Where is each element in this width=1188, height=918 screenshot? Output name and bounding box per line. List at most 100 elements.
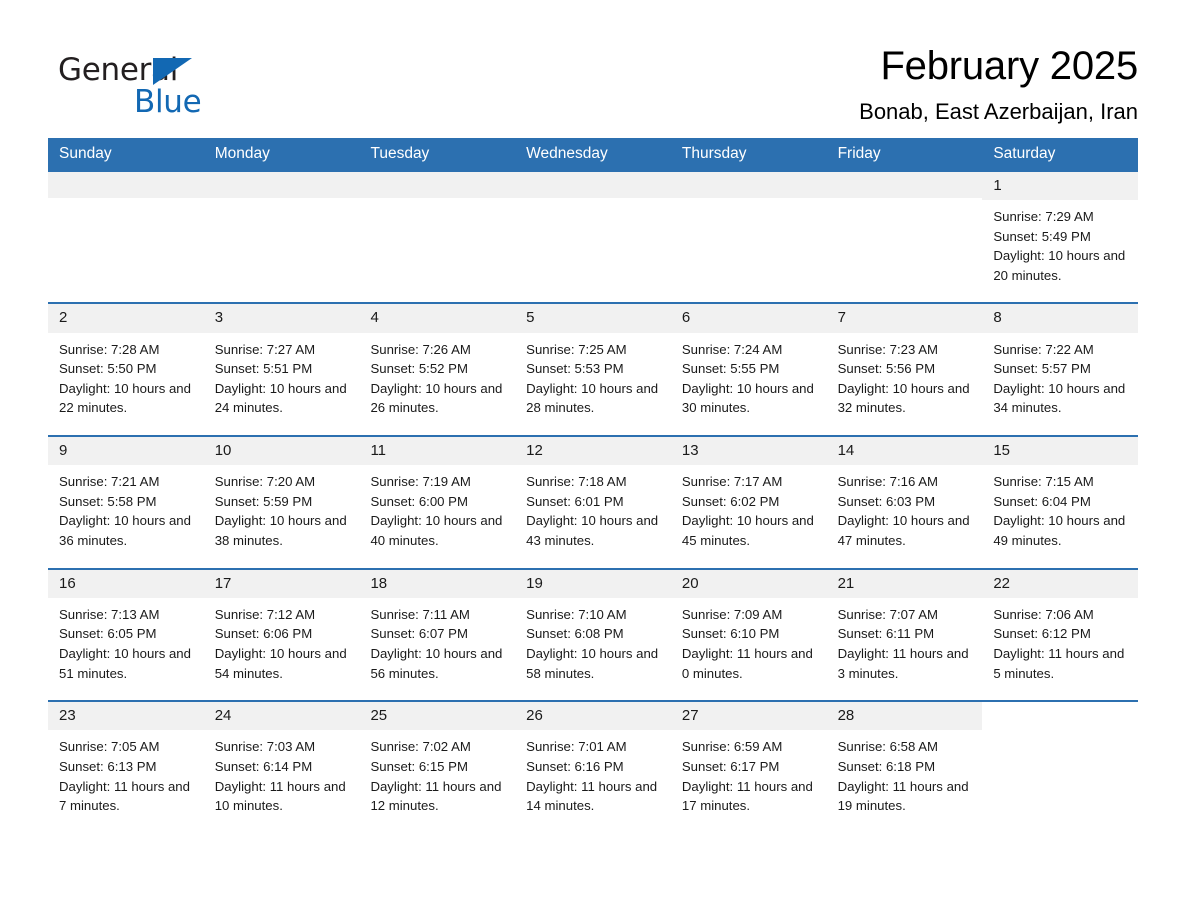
daylight-text: Daylight: 11 hours and 19 minutes. [837, 778, 969, 814]
page-subtitle: Bonab, East Azerbaijan, Iran [859, 98, 1138, 124]
sunset-text: Sunset: 6:14 PM [214, 759, 313, 775]
sunrise-text: Sunrise: 7:12 AM [214, 606, 316, 622]
day-info [671, 198, 827, 205]
day-cell[interactable]: 25 Sunrise: 7:02 AM Sunset: 6:15 PM Dayl… [359, 702, 516, 833]
weekday-header-tuesday: Tuesday [370, 145, 430, 163]
sunset-text: Sunset: 5:52 PM [370, 361, 468, 377]
day-number: 10 [203, 436, 360, 466]
day-number: 23 [48, 702, 204, 731]
sunset-text: Sunset: 5:56 PM [837, 361, 936, 377]
day-info: Sunrise: 7:10 AM Sunset: 6:08 PM Dayligh… [515, 598, 671, 683]
day-number: 25 [359, 702, 516, 731]
day-number: 2 [48, 304, 204, 333]
sunrise-text: Sunrise: 7:06 AM [993, 606, 1094, 622]
day-number: 19 [515, 569, 671, 598]
sunrise-text: Sunrise: 6:59 AM [681, 739, 783, 755]
day-cell[interactable]: 18 Sunrise: 7:11 AM Sunset: 6:07 PM Dayl… [359, 569, 516, 701]
day-info: Sunrise: 7:09 AM Sunset: 6:10 PM Dayligh… [671, 598, 827, 683]
sunrise-text: Sunrise: 7:25 AM [526, 341, 627, 357]
day-cell[interactable]: 20 Sunrise: 7:09 AM Sunset: 6:10 PM Dayl… [670, 569, 827, 701]
sunrise-text: Sunrise: 7:07 AM [837, 606, 939, 622]
day-info: Sunrise: 7:20 AM Sunset: 5:59 PM Dayligh… [204, 465, 360, 550]
day-cell[interactable]: 21 Sunrise: 7:07 AM Sunset: 6:11 PM Dayl… [826, 569, 983, 701]
daylight-text: Daylight: 10 hours and 56 minutes. [370, 646, 503, 681]
day-cell[interactable]: 13 Sunrise: 7:17 AM Sunset: 6:02 PM Dayl… [670, 436, 827, 568]
sunrise-text: Sunrise: 7:03 AM [214, 739, 316, 755]
daylight-text: Daylight: 10 hours and 49 minutes. [993, 513, 1126, 548]
day-cell[interactable]: 10 Sunrise: 7:20 AM Sunset: 5:59 PM Dayl… [203, 436, 360, 568]
sunrise-text: Sunrise: 7:26 AM [370, 341, 471, 357]
day-info: Sunrise: 7:26 AM Sunset: 5:52 PM Dayligh… [359, 333, 515, 418]
day-number: 15 [982, 436, 1139, 466]
day-cell[interactable]: 23 Sunrise: 7:05 AM Sunset: 6:13 PM Dayl… [48, 702, 204, 833]
sunrise-text: Sunrise: 7:29 AM [993, 208, 1094, 224]
day-cell[interactable]: 17 Sunrise: 7:12 AM Sunset: 6:06 PM Dayl… [203, 569, 360, 701]
day-info: Sunrise: 7:19 AM Sunset: 6:00 PM Dayligh… [359, 465, 515, 550]
day-cell [359, 171, 516, 303]
day-cell [826, 171, 983, 303]
day-cell [982, 702, 1139, 833]
day-cell[interactable]: 3 Sunrise: 7:27 AM Sunset: 5:51 PM Dayli… [203, 304, 360, 435]
sunrise-text: Sunrise: 7:10 AM [526, 606, 627, 622]
sunset-text: Sunset: 5:49 PM [993, 228, 1091, 244]
day-info: Sunrise: 7:16 AM Sunset: 6:03 PM Dayligh… [827, 465, 983, 550]
day-cell[interactable]: 16 Sunrise: 7:13 AM Sunset: 6:05 PM Dayl… [48, 569, 204, 701]
general-blue-logo[interactable]: General Blue [58, 42, 258, 120]
day-cell[interactable]: 9 Sunrise: 7:21 AM Sunset: 5:58 PM Dayli… [48, 436, 204, 568]
sunset-text: Sunset: 6:04 PM [993, 493, 1091, 509]
day-info: Sunrise: 7:12 AM Sunset: 6:06 PM Dayligh… [204, 598, 360, 683]
sunset-text: Sunset: 6:12 PM [993, 626, 1091, 642]
calendar-grid: Sunday Monday Tuesday Wednesday Thursday… [48, 138, 1139, 833]
day-cell[interactable]: 19 Sunrise: 7:10 AM Sunset: 6:08 PM Dayl… [515, 569, 671, 701]
day-cell[interactable]: 22 Sunrise: 7:06 AM Sunset: 6:12 PM Dayl… [982, 569, 1139, 701]
day-cell[interactable]: 12 Sunrise: 7:18 AM Sunset: 6:01 PM Dayl… [515, 436, 671, 568]
sunset-text: Sunset: 6:02 PM [681, 493, 780, 509]
day-cell[interactable]: 4 Sunrise: 7:26 AM Sunset: 5:52 PM Dayli… [359, 304, 516, 435]
weekday-header-wednesday: Wednesday [526, 145, 608, 163]
sunrise-text: Sunrise: 6:58 AM [837, 739, 939, 755]
day-cell[interactable]: 8 Sunrise: 7:22 AM Sunset: 5:57 PM Dayli… [982, 304, 1139, 435]
daylight-text: Daylight: 11 hours and 3 minutes. [837, 646, 969, 681]
day-cell[interactable]: 15 Sunrise: 7:15 AM Sunset: 6:04 PM Dayl… [982, 436, 1139, 568]
day-cell[interactable]: 24 Sunrise: 7:03 AM Sunset: 6:14 PM Dayl… [203, 702, 360, 833]
sunset-text: Sunset: 6:01 PM [526, 493, 624, 509]
sunrise-text: Sunrise: 7:15 AM [993, 474, 1094, 490]
daylight-text: Daylight: 10 hours and 43 minutes. [526, 513, 659, 548]
weekday-header-friday: Friday [837, 145, 881, 163]
daylight-text: Daylight: 10 hours and 54 minutes. [214, 646, 347, 681]
day-cell[interactable]: 26 Sunrise: 7:01 AM Sunset: 6:16 PM Dayl… [515, 702, 671, 833]
day-cell[interactable]: 6 Sunrise: 7:24 AM Sunset: 5:55 PM Dayli… [670, 304, 827, 435]
day-cell[interactable]: 2 Sunrise: 7:28 AM Sunset: 5:50 PM Dayli… [48, 304, 204, 435]
day-cell[interactable]: 11 Sunrise: 7:19 AM Sunset: 6:00 PM Dayl… [359, 436, 516, 568]
day-number: 8 [982, 304, 1139, 333]
daylight-text: Daylight: 10 hours and 32 minutes. [837, 380, 970, 416]
day-cell[interactable]: 14 Sunrise: 7:16 AM Sunset: 6:03 PM Dayl… [826, 436, 983, 568]
daylight-text: Daylight: 11 hours and 17 minutes. [681, 778, 813, 814]
day-info: Sunrise: 7:28 AM Sunset: 5:50 PM Dayligh… [48, 333, 204, 418]
sunset-text: Sunset: 5:51 PM [214, 361, 313, 377]
day-cell[interactable]: 27 Sunrise: 6:59 AM Sunset: 6:17 PM Dayl… [670, 702, 827, 833]
day-info: Sunrise: 7:29 AM Sunset: 5:49 PM Dayligh… [982, 200, 1138, 285]
day-cell[interactable]: 7 Sunrise: 7:23 AM Sunset: 5:56 PM Dayli… [826, 304, 983, 435]
sunset-text: Sunset: 6:03 PM [837, 493, 936, 509]
day-number [48, 171, 204, 198]
daylight-text: Daylight: 11 hours and 14 minutes. [526, 778, 658, 814]
day-cell[interactable]: 5 Sunrise: 7:25 AM Sunset: 5:53 PM Dayli… [515, 304, 671, 435]
day-cell[interactable]: 28 Sunrise: 6:58 AM Sunset: 6:18 PM Dayl… [826, 702, 983, 833]
sunrise-text: Sunrise: 7:18 AM [526, 474, 627, 490]
day-number: 17 [203, 569, 360, 598]
weekday-header-monday: Monday [214, 145, 270, 163]
title-block: February 2025 Bonab, East Azerbaijan, Ir… [859, 42, 1138, 124]
day-number: 13 [670, 436, 827, 466]
week-row: 16 Sunrise: 7:13 AM Sunset: 6:05 PM Dayl… [48, 567, 1139, 701]
page-title: February 2025 [880, 44, 1138, 88]
day-number: 14 [826, 436, 983, 466]
sunrise-text: Sunrise: 7:28 AM [59, 341, 160, 357]
daylight-text: Daylight: 10 hours and 28 minutes. [526, 380, 659, 416]
day-cell[interactable]: 1 Sunrise: 7:29 AM Sunset: 5:49 PM Dayli… [982, 171, 1139, 303]
day-info: Sunrise: 7:01 AM Sunset: 6:16 PM Dayligh… [515, 730, 671, 815]
day-number [670, 171, 827, 198]
day-number: 12 [515, 436, 671, 466]
daylight-text: Daylight: 10 hours and 47 minutes. [837, 513, 970, 548]
daylight-text: Daylight: 10 hours and 40 minutes. [370, 513, 503, 548]
